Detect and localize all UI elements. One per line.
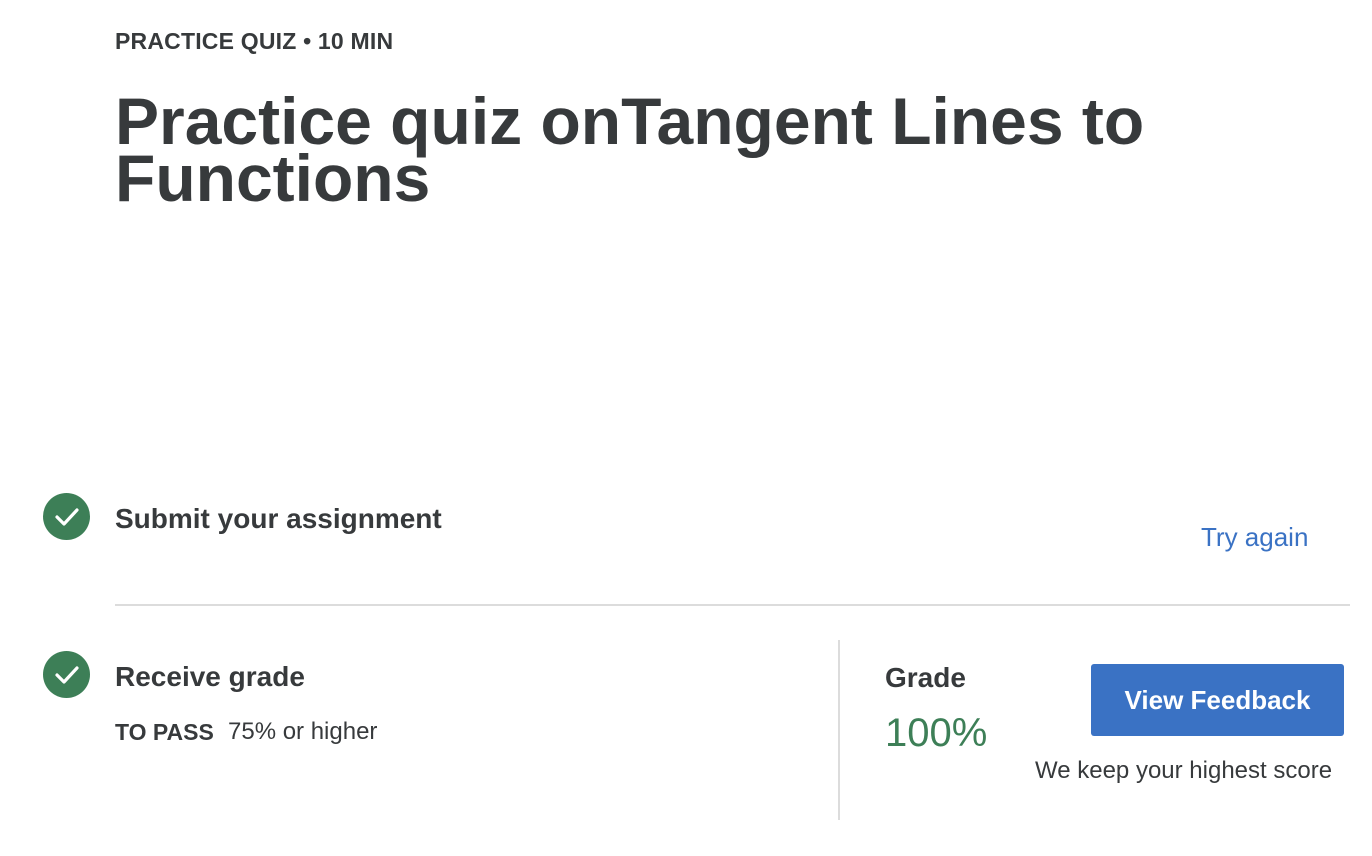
highest-score-note: We keep your highest score <box>1035 757 1333 784</box>
submit-step-title: Submit your assignment <box>115 503 442 534</box>
pass-label: TO PASS <box>115 719 214 745</box>
pass-threshold: 75% or higher <box>228 718 378 745</box>
check-circle-icon <box>43 651 90 698</box>
quiz-page: PRACTICE QUIZ • 10 MIN Practice quiz onT… <box>0 0 1372 856</box>
section-divider <box>115 604 1350 606</box>
vertical-divider <box>838 640 840 820</box>
view-feedback-button[interactable]: View Feedback <box>1091 664 1344 736</box>
grade-value: 100% <box>885 711 988 755</box>
grade-step-title: Receive grade <box>115 661 305 692</box>
grade-label: Grade <box>885 662 966 693</box>
quiz-meta: PRACTICE QUIZ • 10 MIN <box>115 28 394 54</box>
check-circle-icon <box>43 493 90 540</box>
try-again-link[interactable]: Try again <box>1201 522 1308 553</box>
page-title: Practice quiz onTangent Lines to Functio… <box>115 84 1145 215</box>
